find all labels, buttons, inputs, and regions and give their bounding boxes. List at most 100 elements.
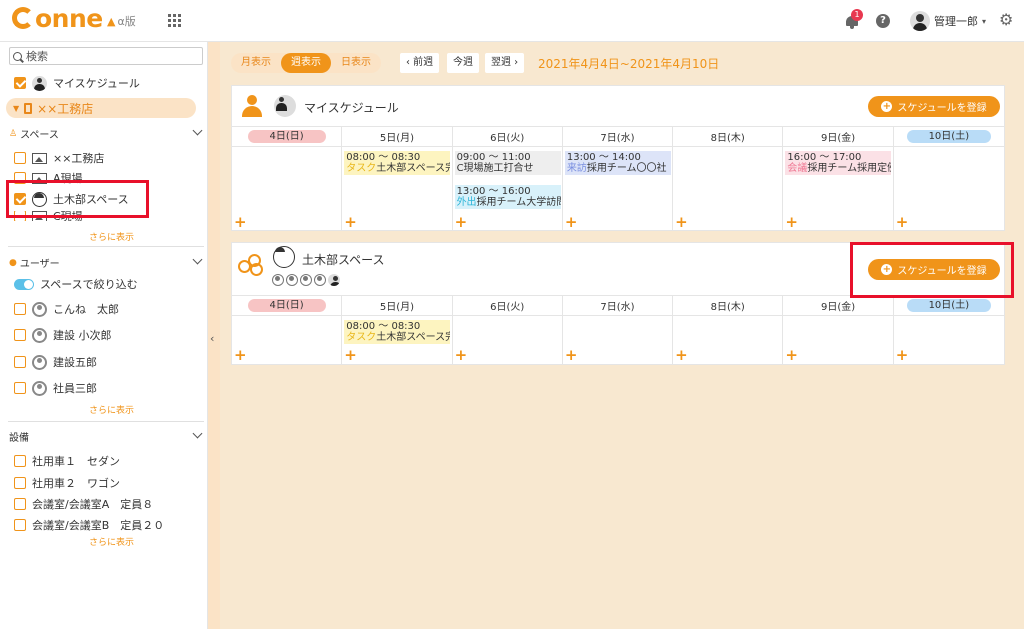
chevron-left-icon[interactable]: ‹ <box>210 332 214 345</box>
add-icon[interactable]: + <box>896 348 909 363</box>
user-item[interactable]: こんね 太郎 <box>14 301 119 317</box>
checkbox[interactable] <box>14 329 26 341</box>
chevron-down-icon[interactable] <box>192 428 203 439</box>
day-cell[interactable]: 09:00 ～ 11:00 C現場施工打合せ 13:00 ～ 16:00 外出採… <box>453 147 563 231</box>
checkbox[interactable] <box>14 519 26 531</box>
add-icon[interactable]: + <box>234 215 247 230</box>
day-header: 4日(日) <box>232 127 343 146</box>
checkbox[interactable] <box>14 455 26 467</box>
day-cells-row: + 08:00 ～ 08:30 タスク土木部スペース完 + 09:00 ～ 11… <box>232 147 1004 231</box>
add-icon[interactable]: + <box>565 215 578 230</box>
next-week-button[interactable]: 翌週 › <box>485 53 525 73</box>
add-icon[interactable]: + <box>675 348 688 363</box>
equipment-item[interactable]: 社用車１ セダン <box>14 453 120 469</box>
user-item[interactable]: 建設 小次郎 <box>14 327 112 343</box>
group-icon <box>238 252 264 276</box>
search-input[interactable] <box>26 49 196 63</box>
day-cell[interactable]: 08:00 ～ 08:30 タスク土木部スペース完 + <box>342 147 453 231</box>
day-cell[interactable]: + <box>783 316 894 364</box>
day-cell[interactable]: 13:00 ～ 14:00 来訪採用チーム〇〇社 + <box>563 147 674 231</box>
this-week-button[interactable]: 今週 <box>447 53 479 73</box>
tab-month[interactable]: 月表示 <box>231 53 281 73</box>
sidebar-collapse-strip[interactable]: ‹ <box>208 42 220 629</box>
add-icon[interactable]: + <box>455 348 468 363</box>
space-item[interactable]: ××工務店 <box>14 150 104 166</box>
event-item[interactable]: 13:00 ～ 14:00 来訪採用チーム〇〇社 <box>564 151 671 175</box>
my-schedule-item[interactable]: マイスケジュール <box>14 75 140 91</box>
user-menu[interactable]: 管理一郎 ▾ <box>910 10 986 32</box>
apps-grid-icon[interactable] <box>168 14 181 27</box>
user-item[interactable]: 建設五郎 <box>14 354 97 370</box>
warning-icon: ▲ <box>107 15 116 28</box>
day-cell[interactable]: + <box>453 316 563 364</box>
day-cell[interactable]: + <box>894 316 1004 364</box>
day-header: 4日(日) <box>232 296 343 315</box>
card-title: 土木部スペース <box>302 253 385 267</box>
equipment-more-link[interactable]: さらに表示 <box>89 535 134 548</box>
checkbox[interactable] <box>14 152 26 164</box>
equipment-item[interactable]: 会議室/会議室A 定員８ <box>14 496 153 512</box>
event-item[interactable]: 08:00 ～ 08:30 タスク土木部スペース完 <box>344 151 451 175</box>
checkbox[interactable] <box>14 382 26 394</box>
event-item[interactable]: 08:00 ～ 08:30 タスク土木部スペース完 <box>344 320 451 344</box>
equipment-item[interactable]: 社用車２ ワゴン <box>14 475 120 491</box>
user-avatar <box>910 11 930 31</box>
checkbox[interactable] <box>14 477 26 489</box>
event-item[interactable]: 13:00 ～ 16:00 外出採用チーム大学訪問 <box>454 185 561 209</box>
caret-down-icon: ▼ <box>13 103 20 113</box>
day-cell[interactable]: 08:00 ～ 08:30 タスク土木部スペース完 + <box>342 316 453 364</box>
add-icon[interactable]: + <box>234 348 247 363</box>
tab-week[interactable]: 週表示 <box>281 53 331 73</box>
day-header: 9日(金) <box>783 296 894 315</box>
user-item[interactable]: 社員三郎 <box>14 380 97 396</box>
spaces-section-title[interactable]: ♙ スペース <box>9 126 59 142</box>
day-cell[interactable]: + <box>673 316 784 364</box>
day-header: 7日(水) <box>563 296 674 315</box>
users-more-link[interactable]: さらに表示 <box>89 403 134 416</box>
spaces-more-link[interactable]: さらに表示 <box>89 230 134 243</box>
register-schedule-button[interactable]: + スケジュールを登録 <box>868 96 1000 117</box>
add-icon[interactable]: + <box>565 348 578 363</box>
user-icon: ● <box>9 257 17 268</box>
checkbox[interactable] <box>14 356 26 368</box>
add-icon[interactable]: + <box>785 348 798 363</box>
day-cell[interactable]: + <box>232 147 343 231</box>
store-selector[interactable]: ▼ ××工務店 <box>6 98 196 118</box>
day-header: 10日(土) <box>894 127 1004 146</box>
users-section-title[interactable]: ● ユーザー <box>9 255 60 271</box>
day-header: 8日(木) <box>673 127 784 146</box>
add-icon[interactable]: + <box>344 348 357 363</box>
day-header: 6日(火) <box>453 127 563 146</box>
checkbox-my-schedule[interactable] <box>14 77 26 89</box>
conne-logo[interactable]: onne <box>12 4 103 33</box>
add-icon[interactable]: + <box>344 215 357 230</box>
event-item[interactable]: 16:00 ～ 17:00 会議採用チーム採用定例 <box>785 151 892 175</box>
event-item[interactable]: 09:00 ～ 11:00 C現場施工打合せ <box>454 151 561 175</box>
prev-week-button[interactable]: ‹ 前週 <box>400 53 440 73</box>
day-cell[interactable]: + <box>673 147 784 231</box>
gear-icon[interactable]: ⚙ <box>999 12 1013 28</box>
equipment-section-title[interactable]: 設備 <box>9 429 29 444</box>
add-icon[interactable]: + <box>675 215 688 230</box>
chevron-down-icon[interactable] <box>192 125 203 136</box>
add-icon[interactable]: + <box>455 215 468 230</box>
day-cell[interactable]: + <box>563 316 674 364</box>
add-icon[interactable]: + <box>785 215 798 230</box>
tab-day[interactable]: 日表示 <box>331 53 381 73</box>
help-icon[interactable]: ? <box>876 14 890 28</box>
add-icon[interactable]: + <box>896 215 909 230</box>
member-avatar <box>286 274 298 286</box>
day-cell[interactable]: + <box>232 316 343 364</box>
member-avatar <box>328 274 340 286</box>
search-box[interactable] <box>9 47 203 65</box>
checkbox[interactable] <box>14 498 26 510</box>
checkbox[interactable] <box>14 303 26 315</box>
space-filter-toggle[interactable]: スペースで絞り込む <box>14 276 138 292</box>
member-avatars <box>272 274 340 286</box>
equipment-item[interactable]: 会議室/会議室B 定員２０ <box>14 517 164 533</box>
day-cell[interactable]: 16:00 ～ 17:00 会議採用チーム採用定例 + <box>783 147 894 231</box>
day-cell[interactable]: + <box>894 147 1004 231</box>
worker-avatar-icon <box>273 246 295 268</box>
chevron-down-icon[interactable] <box>192 254 203 265</box>
toggle-switch[interactable] <box>14 278 34 290</box>
